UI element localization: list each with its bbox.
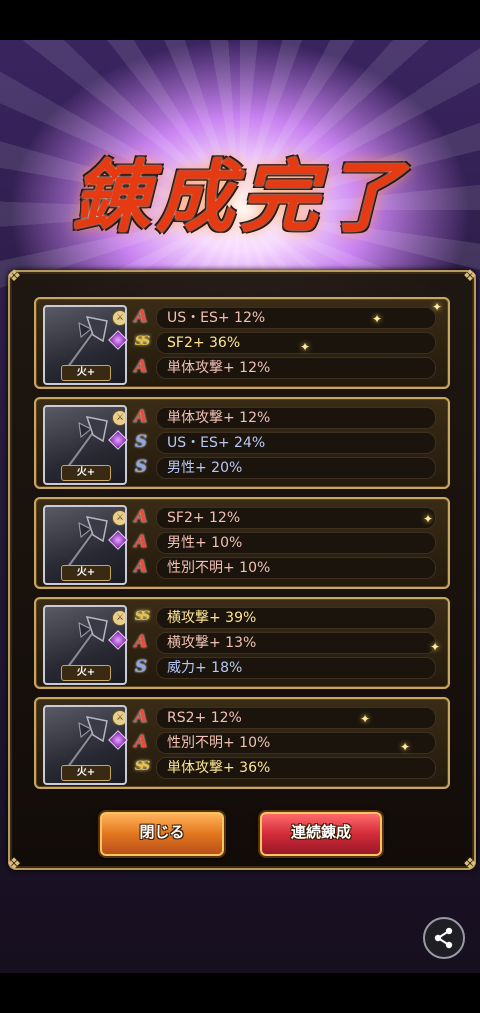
rank-a-icon: A [134,507,148,527]
effect-row: 横攻撃+ 13% [156,632,436,654]
effect-text: 単体攻撃+ 12% [167,360,271,376]
weapon-element-label: 火+ [61,665,111,681]
rank-s-icon: S [134,657,148,677]
rank-s-icon: S [134,457,148,477]
close-button[interactable]: 閉じる [100,812,224,856]
share-icon [434,927,453,949]
weapon-type-icon: ⚔ [112,310,125,326]
corner-ornament-icon: ❖ [6,854,22,873]
effect-row: 男性+ 20% [156,457,436,479]
effect-row: 威力+ 18% [156,657,436,679]
nav-bar [0,973,480,1013]
result-card: 火+ ⚔ A US・ES+ 12% SS SF2+ 36% A 単体攻撃+ 12% [34,297,450,389]
effect-row: 性別不明+ 10% [156,732,436,754]
rank-a-icon: A [134,632,148,652]
result-card: 火+ ⚔ A SF2+ 12% A 男性+ 10% A 性別不明+ 10% [34,497,450,589]
weapon-element-label: 火+ [61,765,111,781]
result-card: 火+ ⚔ A 単体攻撃+ 12% S US・ES+ 24% S 男性+ 20% [34,397,450,489]
sparkle-icon: ✦ [300,340,311,354]
rank-ss-icon: SS [134,759,151,774]
result-card: 火+ ⚔ A RS2+ 12% A 性別不明+ 10% SS 単体攻撃+ 36% [34,697,450,789]
weapon-type-icon: ⚔ [112,710,125,726]
sparkle-icon: ✦ [372,312,383,326]
sparkle-icon: ✦ [400,740,411,754]
weapon-type-icon: ⚔ [112,410,125,426]
effect-row: 性別不明+ 10% [156,557,436,579]
rank-a-icon: A [134,707,148,727]
effect-text: US・ES+ 24% [167,435,266,451]
weapon-element-label: 火+ [61,465,111,481]
sparkle-icon: ✦ [423,512,434,526]
effect-row: RS2+ 12% [156,707,436,729]
effect-text: SF2+ 12% [167,510,241,526]
rank-a-icon: A [134,307,148,327]
effect-row: 単体攻撃+ 12% [156,407,436,429]
weapon-type-icon: ⚔ [112,610,125,626]
rank-a-icon: A [134,357,148,377]
effect-text: 男性+ 20% [167,460,243,476]
effect-text: 性別不明+ 10% [167,735,271,751]
rank-a-icon: A [134,557,148,577]
rank-ss-icon: SS [134,334,151,349]
corner-ornament-icon: ❖ [462,266,478,285]
rank-a-icon: A [134,732,148,752]
corner-ornament-icon: ❖ [462,854,478,873]
rank-a-icon: A [134,407,148,427]
rank-a-icon: A [134,532,148,552]
effect-text: 単体攻撃+ 36% [167,760,271,776]
effect-row: US・ES+ 24% [156,432,436,454]
weapon-element-label: 火+ [61,565,111,581]
effect-text: 横攻撃+ 39% [167,610,257,626]
status-bar [0,0,480,40]
effect-text: 男性+ 10% [167,535,243,551]
effect-text: 性別不明+ 10% [167,560,271,576]
sparkle-icon: ✦ [432,300,443,314]
effect-row: SF2+ 36% [156,332,436,354]
share-button[interactable] [423,917,465,959]
effect-text: SF2+ 36% [167,335,241,351]
effect-row: 横攻撃+ 39% [156,607,436,629]
weapon-type-icon: ⚔ [112,510,125,526]
effect-text: RS2+ 12% [167,710,242,726]
page-title: 錬成完了 [71,152,408,243]
effect-row: 男性+ 10% [156,532,436,554]
corner-ornament-icon: ❖ [6,266,22,285]
continue-forge-button[interactable]: 連続錬成 [260,812,382,856]
rank-ss-icon: SS [134,609,151,624]
sparkle-icon: ✦ [430,640,441,654]
effect-text: US・ES+ 12% [167,310,266,326]
rank-s-icon: S [134,432,148,452]
weapon-element-label: 火+ [61,365,111,381]
effect-text: 単体攻撃+ 12% [167,410,271,426]
effect-row: 単体攻撃+ 12% [156,357,436,379]
effect-row: US・ES+ 12% [156,307,436,329]
effect-row: 単体攻撃+ 36% [156,757,436,779]
effect-row: SF2+ 12% [156,507,436,529]
sparkle-icon: ✦ [360,712,371,726]
effect-text: 威力+ 18% [167,660,243,676]
effect-text: 横攻撃+ 13% [167,635,257,651]
result-card: 火+ ⚔ SS 横攻撃+ 39% A 横攻撃+ 13% S 威力+ 18% [34,597,450,689]
